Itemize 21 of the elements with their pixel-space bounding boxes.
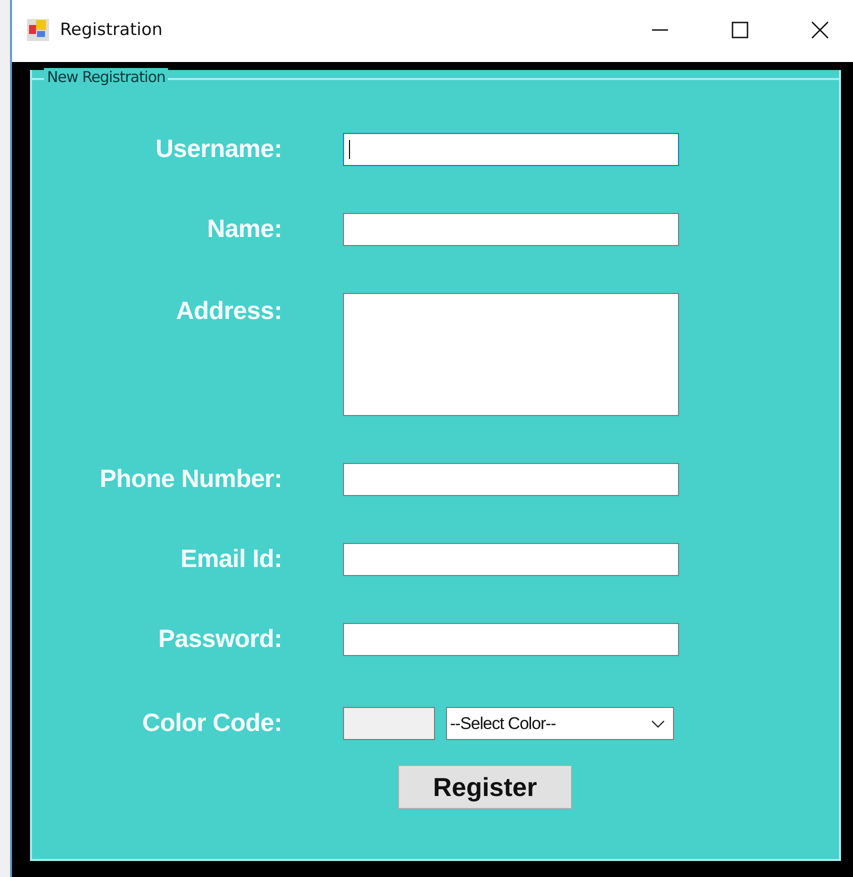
field-label: Color Code: xyxy=(141,709,282,738)
input-field[interactable] xyxy=(343,623,679,656)
chevron-icon xyxy=(651,720,665,728)
field-label: Address: xyxy=(175,297,282,326)
field-label: Email Id: xyxy=(180,545,282,574)
input-field[interactable] xyxy=(343,463,679,496)
field-label: Password: xyxy=(157,625,282,654)
field-label: Phone Number: xyxy=(98,465,282,494)
window-title: Registration xyxy=(60,20,163,40)
input-field[interactable] xyxy=(343,133,679,166)
input-field[interactable] xyxy=(343,543,679,576)
field-label: Username: xyxy=(154,135,282,164)
maximize-icon[interactable] xyxy=(731,21,749,39)
group-title: New Registration xyxy=(44,68,168,86)
input-field[interactable] xyxy=(343,213,679,246)
register-button[interactable]: Register xyxy=(398,765,572,809)
app-icon xyxy=(27,19,49,41)
field-label: Name: xyxy=(206,215,282,244)
color-dropdown[interactable]: --Select Color-- xyxy=(446,707,674,740)
text-area[interactable] xyxy=(343,293,679,416)
close-icon[interactable] xyxy=(811,21,829,39)
